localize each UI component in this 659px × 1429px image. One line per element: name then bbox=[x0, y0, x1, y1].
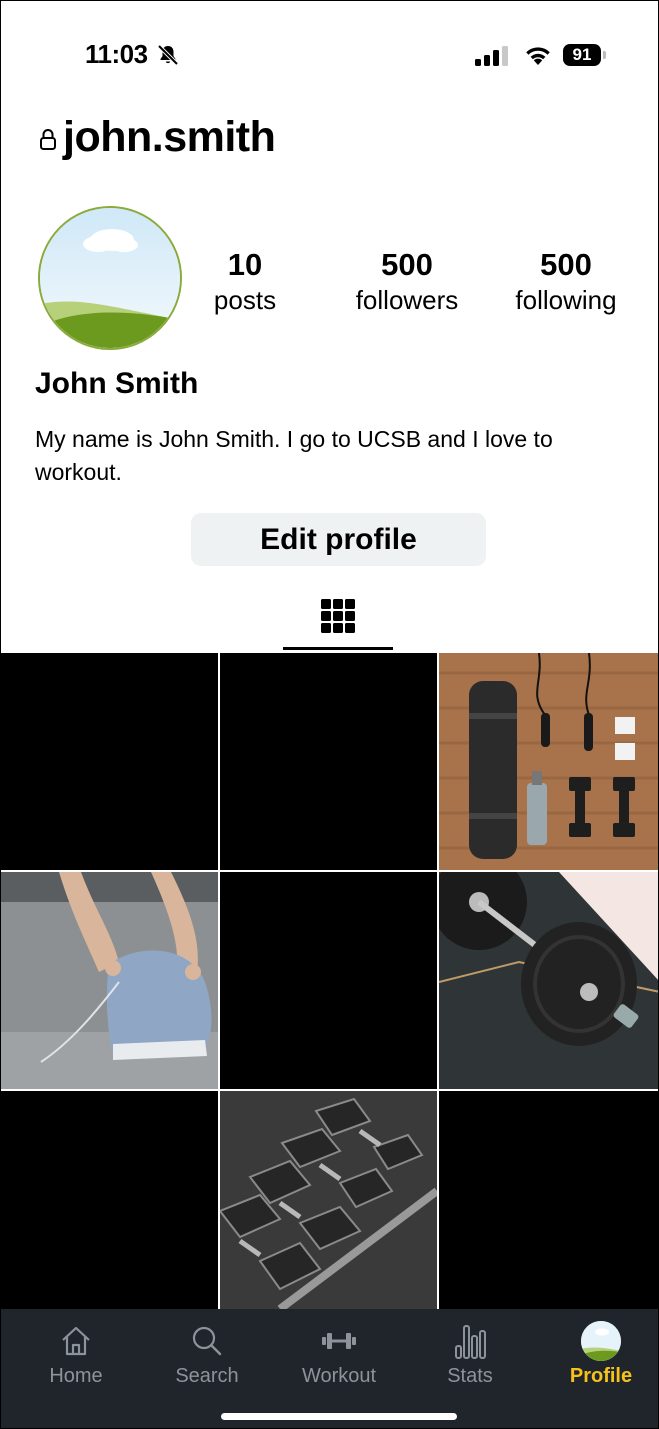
running-shoe-image bbox=[1, 872, 218, 1089]
status-bar: 11:03 91 bbox=[1, 1, 658, 111]
post-tile[interactable] bbox=[220, 872, 437, 1089]
cellular-signal-icon bbox=[475, 46, 508, 66]
battery-tip bbox=[603, 51, 606, 59]
post-tile[interactable] bbox=[1, 1091, 218, 1309]
tab-home-label: Home bbox=[49, 1365, 103, 1387]
posts-count: 10 bbox=[227, 247, 263, 282]
landscape-avatar-image bbox=[40, 208, 180, 348]
profile-bio: My name is John Smith. I go to UCSB and … bbox=[35, 426, 553, 485]
profile-username[interactable]: john.smith bbox=[63, 113, 276, 162]
bell-slash-icon bbox=[157, 44, 179, 66]
post-tile[interactable] bbox=[1, 653, 218, 870]
tab-search[interactable]: Search bbox=[152, 1321, 262, 1388]
tab-home[interactable]: Home bbox=[21, 1321, 131, 1388]
profile-full-name: John Smith bbox=[35, 367, 199, 400]
tab-stats-label: Stats bbox=[447, 1365, 493, 1387]
tab-search-label: Search bbox=[175, 1365, 239, 1387]
dumbbell-icon bbox=[322, 1333, 356, 1349]
following-label: following bbox=[515, 285, 617, 315]
edit-profile-button[interactable]: Edit profile bbox=[191, 513, 486, 566]
battery-level: 91 bbox=[563, 44, 601, 66]
profile-avatar[interactable] bbox=[38, 206, 182, 350]
battery-indicator: 91 bbox=[563, 44, 609, 68]
followers-label: followers bbox=[355, 285, 459, 315]
house-icon bbox=[62, 1326, 90, 1356]
active-tab-underline bbox=[283, 647, 393, 650]
magnifier-icon bbox=[192, 1326, 222, 1356]
post-tile[interactable] bbox=[439, 872, 658, 1089]
bottom-tab-bar: Home Search Workout Stats Profile bbox=[1, 1309, 658, 1428]
followers-stat[interactable]: 500 followers bbox=[337, 247, 477, 317]
followers-count: 500 bbox=[381, 247, 433, 282]
tab-profile[interactable]: Profile bbox=[546, 1321, 656, 1388]
bar-chart-icon bbox=[455, 1325, 486, 1359]
wifi-icon bbox=[526, 47, 550, 65]
gym-equipment-flatlay-image bbox=[439, 653, 658, 870]
post-tile[interactable] bbox=[1, 872, 218, 1089]
following-count: 500 bbox=[540, 247, 592, 282]
posts-grid bbox=[1, 653, 658, 1309]
post-tile[interactable] bbox=[220, 653, 437, 870]
post-tile[interactable] bbox=[439, 653, 658, 870]
post-tile[interactable] bbox=[439, 1091, 658, 1309]
tab-stats[interactable]: Stats bbox=[415, 1321, 525, 1388]
tab-profile-label: Profile bbox=[569, 1365, 633, 1387]
posts-stat[interactable]: 10 posts bbox=[197, 247, 293, 317]
barbell-plate-image bbox=[439, 872, 658, 1089]
tab-profile-avatar bbox=[581, 1321, 621, 1361]
landscape-avatar-image bbox=[581, 1321, 621, 1361]
home-indicator bbox=[221, 1413, 457, 1420]
following-stat[interactable]: 500 following bbox=[501, 247, 631, 317]
tab-workout-label: Workout bbox=[301, 1365, 377, 1387]
dumbbell-rack-image bbox=[220, 1091, 437, 1309]
posts-label: posts bbox=[213, 285, 277, 315]
grid-icon bbox=[321, 599, 355, 633]
status-time: 11:03 bbox=[85, 39, 148, 69]
tab-workout[interactable]: Workout bbox=[284, 1321, 394, 1388]
tab-posts-grid[interactable] bbox=[283, 586, 393, 650]
lock-icon bbox=[40, 129, 56, 150]
profile-screen: 11:03 91 john.smith 10 posts 500 followe… bbox=[0, 0, 659, 1429]
post-tile[interactable] bbox=[220, 1091, 437, 1309]
